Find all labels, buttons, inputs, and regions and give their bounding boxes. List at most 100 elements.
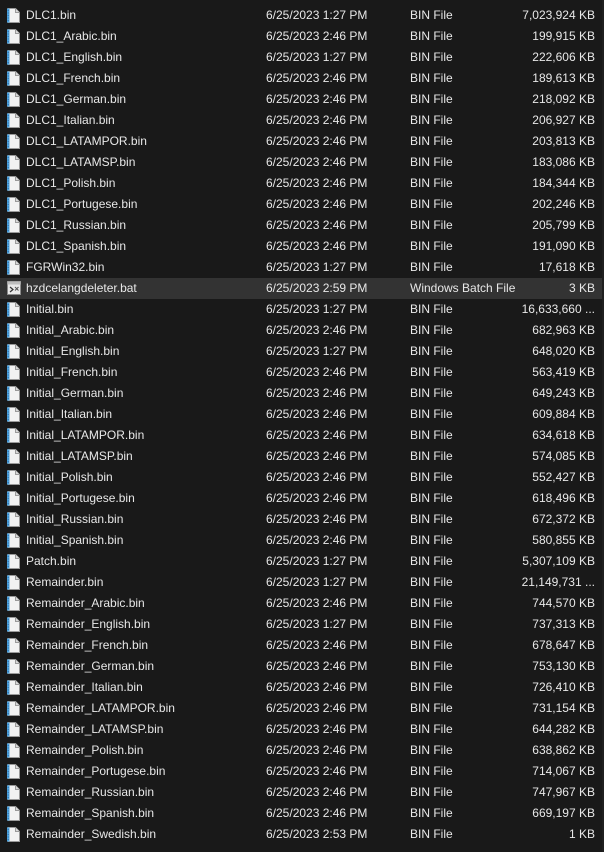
file-row[interactable]: Initial_Arabic.bin 6/25/2023 2:46 PM BIN… — [0, 320, 604, 341]
file-size: 638,862 KB — [532, 743, 595, 757]
file-date-modified: 6/25/2023 2:59 PM — [266, 281, 368, 295]
file-row[interactable]: Remainder_LATAMSP.bin 6/25/2023 2:46 PM … — [0, 719, 604, 740]
file-row[interactable]: Remainder_Arabic.bin 6/25/2023 2:46 PM B… — [0, 593, 604, 614]
file-row[interactable]: Remainder_Swedish.bin 6/25/2023 2:53 PM … — [0, 824, 604, 845]
bin-file-icon — [7, 29, 20, 44]
bin-file-icon — [7, 617, 20, 632]
file-row[interactable]: Remainder_English.bin 6/25/2023 1:27 PM … — [0, 614, 604, 635]
batch-file-icon — [7, 281, 21, 296]
file-row[interactable]: Initial_Russian.bin 6/25/2023 2:46 PM BI… — [0, 509, 604, 530]
bin-file-icon — [7, 743, 20, 758]
bin-file-icon — [7, 785, 20, 800]
bin-file-icon — [7, 701, 20, 716]
file-size: 648,020 KB — [532, 344, 595, 358]
file-row[interactable]: DLC1_German.bin 6/25/2023 2:46 PM BIN Fi… — [0, 89, 604, 110]
file-name: Initial_Portugese.bin — [26, 491, 135, 505]
file-date-modified: 6/25/2023 2:46 PM — [266, 176, 368, 190]
file-size: 17,618 KB — [538, 260, 595, 274]
file-row[interactable]: DLC1_Italian.bin 6/25/2023 2:46 PM BIN F… — [0, 110, 604, 131]
file-row[interactable]: Remainder_Polish.bin 6/25/2023 2:46 PM B… — [0, 740, 604, 761]
file-row[interactable]: Initial_Polish.bin 6/25/2023 2:46 PM BIN… — [0, 467, 604, 488]
file-name: Remainder.bin — [26, 575, 104, 589]
file-size: 184,344 KB — [532, 176, 595, 190]
file-row[interactable]: Remainder_Russian.bin 6/25/2023 2:46 PM … — [0, 782, 604, 803]
file-row[interactable]: Initial.bin 6/25/2023 1:27 PM BIN File 1… — [0, 299, 604, 320]
file-size: 574,085 KB — [532, 449, 595, 463]
file-row[interactable]: Initial_LATAMSP.bin 6/25/2023 2:46 PM BI… — [0, 446, 604, 467]
file-row[interactable]: Initial_English.bin 6/25/2023 1:27 PM BI… — [0, 341, 604, 362]
file-row[interactable]: DLC1_French.bin 6/25/2023 2:46 PM BIN Fi… — [0, 68, 604, 89]
file-row[interactable]: Remainder_German.bin 6/25/2023 2:46 PM B… — [0, 656, 604, 677]
bin-file-icon — [7, 722, 20, 737]
file-size: 753,130 KB — [532, 659, 595, 673]
file-date-modified: 6/25/2023 2:46 PM — [266, 239, 368, 253]
file-date-modified: 6/25/2023 2:46 PM — [266, 365, 368, 379]
file-name: Initial_Spanish.bin — [26, 533, 124, 547]
file-size: 7,023,924 KB — [522, 8, 595, 22]
file-row[interactable]: DLC1_LATAMPOR.bin 6/25/2023 2:46 PM BIN … — [0, 131, 604, 152]
file-name: Initial_French.bin — [26, 365, 118, 379]
file-row[interactable]: DLC1_Portugese.bin 6/25/2023 2:46 PM BIN… — [0, 194, 604, 215]
file-size: 21,149,731 ... — [521, 575, 595, 589]
bin-file-icon — [7, 365, 20, 380]
file-date-modified: 6/25/2023 2:46 PM — [266, 680, 368, 694]
file-date-modified: 6/25/2023 2:46 PM — [266, 785, 368, 799]
file-date-modified: 6/25/2023 2:46 PM — [266, 533, 368, 547]
bin-file-icon — [7, 470, 20, 485]
bin-file-icon — [7, 659, 20, 674]
file-name: DLC1_English.bin — [26, 50, 123, 64]
bin-file-icon — [7, 554, 20, 569]
file-date-modified: 6/25/2023 2:46 PM — [266, 386, 368, 400]
file-row[interactable]: DLC1_LATAMSP.bin 6/25/2023 2:46 PM BIN F… — [0, 152, 604, 173]
file-row[interactable]: DLC1_Russian.bin 6/25/2023 2:46 PM BIN F… — [0, 215, 604, 236]
file-row[interactable]: Remainder_LATAMPOR.bin 6/25/2023 2:46 PM… — [0, 698, 604, 719]
bin-file-icon — [7, 407, 20, 422]
file-row[interactable]: FGRWin32.bin 6/25/2023 1:27 PM BIN File … — [0, 257, 604, 278]
file-date-modified: 6/25/2023 2:46 PM — [266, 92, 368, 106]
file-row[interactable]: Initial_German.bin 6/25/2023 2:46 PM BIN… — [0, 383, 604, 404]
file-row[interactable]: DLC1.bin 6/25/2023 1:27 PM BIN File 7,02… — [0, 5, 604, 26]
bin-file-icon — [7, 512, 20, 527]
file-row[interactable]: Remainder_Italian.bin 6/25/2023 2:46 PM … — [0, 677, 604, 698]
file-name: Remainder_Spanish.bin — [26, 806, 155, 820]
file-name: DLC1_Portugese.bin — [26, 197, 138, 211]
file-date-modified: 6/25/2023 2:46 PM — [266, 596, 368, 610]
file-date-modified: 6/25/2023 2:46 PM — [266, 806, 368, 820]
file-size: 634,618 KB — [532, 428, 595, 442]
file-row[interactable]: DLC1_Spanish.bin 6/25/2023 2:46 PM BIN F… — [0, 236, 604, 257]
file-date-modified: 6/25/2023 2:46 PM — [266, 701, 368, 715]
file-size: 222,606 KB — [532, 50, 595, 64]
file-size: 205,799 KB — [532, 218, 595, 232]
file-row[interactable]: DLC1_English.bin 6/25/2023 1:27 PM BIN F… — [0, 47, 604, 68]
file-size: 731,154 KB — [532, 701, 595, 715]
file-size: 191,090 KB — [532, 239, 595, 253]
file-row[interactable]: DLC1_Arabic.bin 6/25/2023 2:46 PM BIN Fi… — [0, 26, 604, 47]
file-row[interactable]: Patch.bin 6/25/2023 1:27 PM BIN File 5,3… — [0, 551, 604, 572]
file-date-modified: 6/25/2023 2:46 PM — [266, 512, 368, 526]
file-row[interactable]: Initial_French.bin 6/25/2023 2:46 PM BIN… — [0, 362, 604, 383]
file-row[interactable]: Remainder_French.bin 6/25/2023 2:46 PM B… — [0, 635, 604, 656]
file-date-modified: 6/25/2023 2:46 PM — [266, 764, 368, 778]
file-date-modified: 6/25/2023 2:46 PM — [266, 428, 368, 442]
file-size: 552,427 KB — [532, 470, 595, 484]
file-list: DLC1.bin 6/25/2023 1:27 PM BIN File 7,02… — [0, 0, 604, 852]
bin-file-icon — [7, 491, 20, 506]
file-row[interactable]: Remainder_Spanish.bin 6/25/2023 2:46 PM … — [0, 803, 604, 824]
file-date-modified: 6/25/2023 2:46 PM — [266, 29, 368, 43]
file-row[interactable]: hzdcelangdeleter.bat 6/25/2023 2:59 PM W… — [0, 278, 604, 299]
file-size: 5,307,109 KB — [522, 554, 595, 568]
file-name: Remainder_LATAMSP.bin — [26, 722, 164, 736]
file-row[interactable]: Remainder_Portugese.bin 6/25/2023 2:46 P… — [0, 761, 604, 782]
file-name: Remainder_Swedish.bin — [26, 827, 157, 841]
file-row[interactable]: DLC1_Polish.bin 6/25/2023 2:46 PM BIN Fi… — [0, 173, 604, 194]
file-row[interactable]: Remainder.bin 6/25/2023 1:27 PM BIN File… — [0, 572, 604, 593]
file-row[interactable]: Initial_LATAMPOR.bin 6/25/2023 2:46 PM B… — [0, 425, 604, 446]
bin-file-icon — [7, 596, 20, 611]
bin-file-icon — [7, 827, 20, 842]
file-row[interactable]: Initial_Spanish.bin 6/25/2023 2:46 PM BI… — [0, 530, 604, 551]
bin-file-icon — [7, 344, 20, 359]
file-row[interactable]: Initial_Italian.bin 6/25/2023 2:46 PM BI… — [0, 404, 604, 425]
file-row[interactable]: Initial_Portugese.bin 6/25/2023 2:46 PM … — [0, 488, 604, 509]
file-size: 737,313 KB — [532, 617, 595, 631]
file-date-modified: 6/25/2023 1:27 PM — [266, 50, 368, 64]
